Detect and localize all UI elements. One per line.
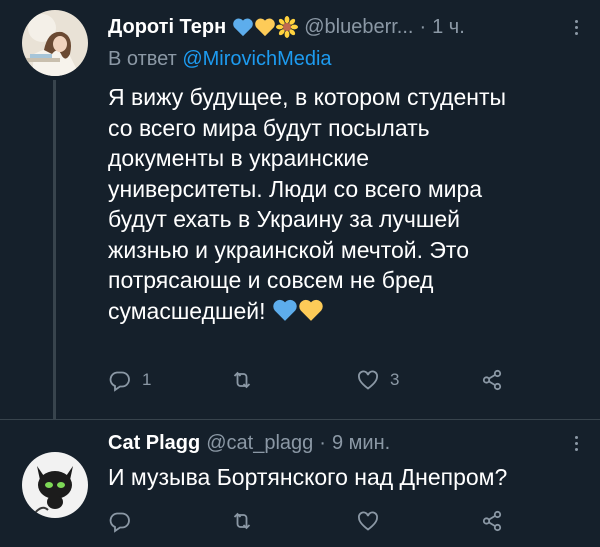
reply-prefix: В ответ [108,48,177,70]
author-handle[interactable]: @blueberr... [304,16,413,39]
tweet-header: Cat Plagg @cat_plagg · 9 мин. [108,428,586,458]
share-icon [482,369,502,391]
share-icon [482,510,502,532]
reply-button[interactable]: 1 [108,365,151,395]
tweet[interactable]: Cat Plagg @cat_plagg · 9 мин. И музыва Б… [0,420,600,547]
separator-dot: · [419,15,427,38]
thread-line [53,80,56,420]
reply-count: 1 [142,370,152,389]
tweet[interactable]: Дороті Терн @blueberr... · 1 ч. В ответ … [0,0,600,420]
avatar[interactable] [22,10,88,76]
author-name[interactable]: Дороті Терн [108,16,226,39]
more-icon[interactable] [566,428,586,458]
like-button[interactable]: 3 [356,365,399,395]
timestamp[interactable]: 1 ч. [432,16,465,39]
yellow-heart-icon [299,299,323,321]
yellow-heart-icon [255,18,276,37]
more-icon[interactable] [566,12,586,42]
author-name[interactable]: Cat Plagg [108,432,200,455]
like-count: 3 [390,370,400,389]
retweet-icon [233,371,251,389]
share-button[interactable] [480,365,504,395]
tweet-text-body: Я вижу будущее, в котором студенты со вс… [108,84,507,324]
reply-icon [109,512,130,533]
retweet-button[interactable] [230,506,264,536]
like-icon [358,370,378,390]
reply-button[interactable] [108,506,142,536]
name-emoji [232,16,299,38]
tweet-text: И музыва Бортянского над Днепром? [108,464,508,490]
tweet-header: Дороті Терн @blueberr... · 1 ч. [108,12,586,42]
tweet-content: Cat Plagg @cat_plagg · 9 мин. И музыва Б… [108,428,586,493]
tweet-content: Дороті Терн @blueberr... · 1 ч. В ответ … [108,12,586,326]
blue-heart-icon [233,18,254,37]
retweet-icon [233,512,251,530]
like-icon [358,511,378,531]
tweet-text: Я вижу будущее, в котором студенты со вс… [108,82,586,326]
sunflower-icon [276,16,299,38]
share-button[interactable] [480,506,504,536]
retweet-button[interactable] [230,365,264,395]
reply-icon [109,371,130,392]
timestamp[interactable]: 9 мин. [332,432,390,455]
avatar[interactable] [22,452,88,518]
reply-to: В ответ @MirovichMedia [108,44,586,74]
like-button[interactable] [356,506,390,536]
author-handle[interactable]: @cat_plagg [206,432,313,455]
blue-heart-icon [273,299,297,321]
reply-mention-link[interactable]: @MirovichMedia [182,48,331,70]
separator-dot: · [319,431,326,454]
